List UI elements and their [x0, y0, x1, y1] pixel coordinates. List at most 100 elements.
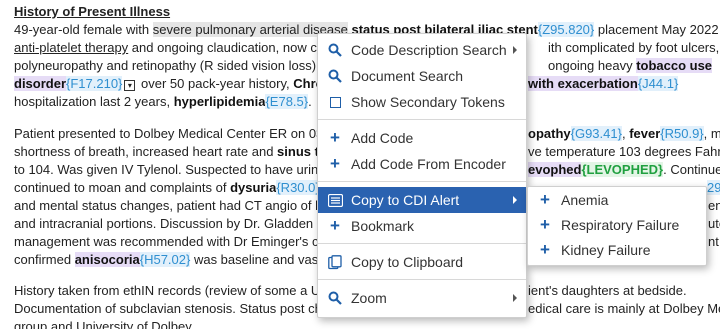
note-line: evophed{LEVOPHED}. Continue: [528, 161, 720, 179]
entity-term[interactable]: fever: [629, 126, 660, 141]
menu-item-label: Document Search: [351, 68, 464, 84]
note-text: and mental status changes, patient had C…: [14, 198, 345, 213]
entity-term[interactable]: evophed: [528, 162, 582, 177]
note-text: ute: [708, 216, 720, 231]
submenu-arrow-icon: [513, 196, 517, 204]
menu-item-zoom[interactable]: Zoom: [318, 285, 526, 311]
menu-item-label: Code Description Search: [351, 42, 507, 58]
code-tag[interactable]: {H57.02}: [139, 252, 191, 267]
menu-separator: [318, 181, 526, 182]
menu-item-label: Add Code: [351, 130, 414, 146]
menu-separator: [318, 243, 526, 244]
code-tag[interactable]: {R30.0}: [276, 180, 320, 195]
zoom-icon: [327, 290, 343, 306]
menu-separator: [318, 279, 526, 280]
alert-card-icon: [327, 192, 343, 208]
submenu-item-label: Respiratory Failure: [561, 217, 680, 233]
note-line: Patient presented to Dolbey Medical Cent…: [14, 125, 345, 143]
submenu-arrow-icon: [513, 46, 517, 54]
expand-chip-icon[interactable]: ▾: [124, 80, 136, 91]
plus-icon: +: [540, 215, 550, 234]
note-line: 29: [707, 179, 720, 197]
menu-item-copy-to-clipboard[interactable]: Copy to Clipboard: [318, 249, 526, 275]
entity-term[interactable]: tobacco use: [636, 58, 713, 73]
menu-item-bookmark[interactable]: + Bookmark: [318, 213, 526, 239]
note-text: placement May 2022 on du: [597, 22, 720, 37]
menu-item-label: Bookmark: [351, 218, 415, 234]
code-tag[interactable]: {F17.210}: [66, 76, 123, 91]
medication-tag[interactable]: {LEVOPHED}: [581, 162, 664, 177]
menu-item-show-secondary-tokens[interactable]: Show Secondary Tokens: [318, 89, 526, 115]
menu-item-add-code-from-encoder[interactable]: + Add Code From Encoder: [318, 151, 526, 177]
note-line: ongoing heavy tobacco use: [548, 57, 713, 75]
note-text: over 50 pack-year history,: [137, 76, 294, 91]
note-line: nt: [708, 233, 719, 251]
checkbox-icon[interactable]: [327, 94, 343, 110]
search-icon: [327, 68, 343, 84]
note-text: and intracranial portions. Discussion by…: [14, 216, 350, 231]
menu-item-code-description-search[interactable]: Code Description Search: [318, 37, 526, 63]
plus-icon: +: [540, 190, 550, 209]
menu-item-label: Copy to Clipboard: [351, 254, 464, 270]
submenu-arrow-icon: [513, 294, 517, 302]
note-line: anti-platelet therapy and ongoing claudi…: [14, 39, 339, 57]
code-tag[interactable]: {E78.5}: [265, 94, 309, 109]
note-text: ongoing heavy: [548, 58, 637, 73]
menu-item-label: Add Code From Encoder: [351, 156, 506, 172]
note-line: to 104. Was given IV Tylenol. Suspected …: [14, 161, 344, 179]
code-tag[interactable]: {G93.41}: [570, 126, 622, 141]
code-tag[interactable]: {R50.9}: [660, 126, 704, 141]
note-text: . Continue: [663, 162, 720, 177]
note-text: Patient presented to Dolbey Medical Cent…: [14, 126, 345, 141]
note-text: 49-year-old female with: [14, 22, 153, 37]
entity-term[interactable]: dysuria: [230, 180, 276, 195]
submenu-item-label: Kidney Failure: [561, 242, 651, 258]
note-text: shortness of breath, increased heart rat…: [14, 144, 278, 159]
entity-term[interactable]: disorder: [14, 76, 67, 91]
submenu-item-anemia[interactable]: + Anemia: [528, 187, 706, 213]
note-line: History taken from ethIN records (review…: [14, 282, 344, 300]
note-line: opathy{G93.41}, fever{R50.9}, mi: [528, 125, 720, 143]
section-heading: History of Present Illness: [14, 4, 171, 19]
plus-icon: +: [330, 154, 340, 173]
menu-item-copy-to-cdi-alert[interactable]: Copy to CDI Alert: [318, 187, 526, 213]
context-menu: Code Description Search Document Search …: [317, 33, 527, 318]
menu-item-add-code[interactable]: + Add Code: [318, 125, 526, 151]
note-line: ent: [708, 197, 720, 215]
submenu-item-respiratory-failure[interactable]: + Respiratory Failure: [528, 212, 706, 238]
entity-term[interactable]: with exacerbation: [528, 76, 638, 91]
cdi-alert-submenu: + Anemia + Respiratory Failure + Kidney …: [527, 186, 707, 266]
code-tag[interactable]: {J44.1}: [637, 76, 679, 91]
note-text: nt: [708, 234, 719, 249]
note-line: shortness of breath, increased heart rat…: [14, 143, 341, 161]
note-line: continued to moan and complaints of dysu…: [14, 179, 333, 197]
clipboard-icon: [327, 254, 343, 270]
note-line: ve temperature 103 degrees Fahrenh: [528, 143, 720, 161]
note-text: ith complicated by foot ulcers, sever: [548, 40, 720, 55]
search-icon: [327, 42, 343, 58]
code-tag[interactable]: 29: [707, 180, 720, 195]
menu-item-document-search[interactable]: Document Search: [318, 63, 526, 89]
menu-separator: [318, 119, 526, 120]
note-text: continued to moan and complaints of: [14, 180, 231, 195]
note-line: with exacerbation{J44.1}: [528, 75, 679, 93]
plus-icon: +: [330, 216, 340, 235]
entity-term[interactable]: hyperlipidemia: [174, 94, 266, 109]
note-text: .: [308, 94, 312, 109]
entity-term[interactable]: opathy: [528, 126, 571, 141]
note-line: polyneuropathy and retinopathy (R sided …: [14, 57, 345, 75]
note-text: confirmed: [14, 252, 75, 267]
note-line: ith complicated by foot ulcers, sever: [548, 39, 720, 57]
note-line: group and University of Dolbey .: [14, 318, 199, 329]
note-text: polyneuropathy and retinopathy (R sided …: [14, 58, 345, 73]
note-text: edical care is mainly at Dolbey Medic: [528, 301, 720, 316]
submenu-item-label: Anemia: [561, 192, 609, 208]
code-tag[interactable]: {Z95.820}: [537, 22, 595, 37]
note-line: hospitalization last 2 years, hyperlipid…: [14, 93, 312, 111]
submenu-item-kidney-failure[interactable]: + Kidney Failure: [528, 237, 706, 263]
note-line: ient's daughters at bedside.: [528, 282, 687, 300]
entity-term-underlined[interactable]: anti-platelet therapy: [14, 40, 128, 55]
note-text: group and University of Dolbey .: [14, 319, 199, 329]
note-line: disorder{F17.210} ▾ over 50 pack-year his…: [14, 75, 324, 93]
entity-term[interactable]: anisocoria: [74, 252, 140, 267]
